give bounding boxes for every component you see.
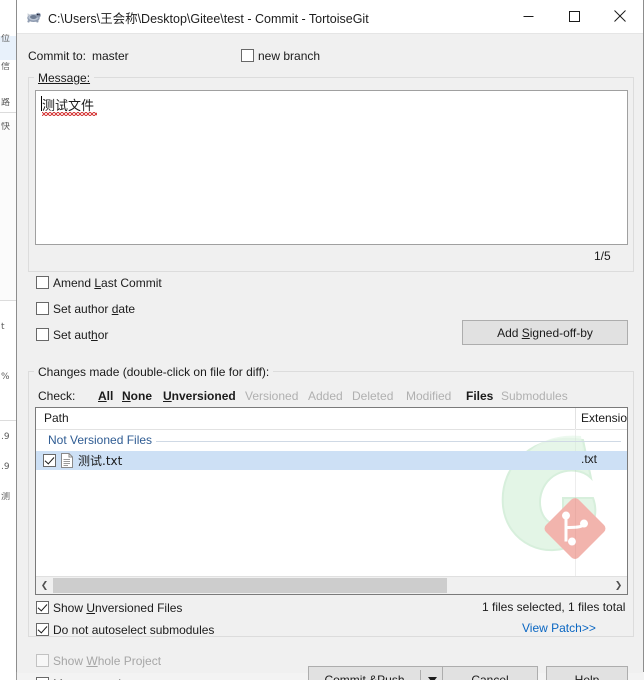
set-author-checkbox[interactable] [36, 328, 49, 341]
file-status-text: 1 files selected, 1 files total [482, 600, 626, 614]
screen: 位 信 路 快 t % .9 .9 测 C:\Users\王会称\Desktop… [0, 0, 644, 680]
scroll-right-icon[interactable]: ❯ [610, 577, 627, 594]
check-link-files[interactable]: Files [466, 389, 493, 403]
column-header-extension[interactable]: Extension [581, 411, 627, 425]
new-branch-label[interactable]: new branch [258, 49, 320, 63]
file-list-header: Path Extension [36, 408, 627, 430]
background-text-fragment: 测 [1, 492, 11, 502]
set-author-label[interactable]: Set author [53, 328, 108, 342]
amend-last-commit-label[interactable]: Amend Last Commit [53, 276, 162, 290]
commit-to-branch[interactable]: master [92, 49, 129, 63]
cancel-label: Cancel [471, 672, 509, 680]
new-branch-checkbox[interactable] [241, 49, 254, 62]
commit-and-push-label[interactable]: Commit & Push [309, 667, 420, 680]
check-link-none[interactable]: None [122, 389, 152, 403]
spellcheck-underline [42, 112, 97, 116]
background-text-fragment: 位 [1, 34, 11, 44]
show-unversioned-files-checkbox[interactable] [36, 601, 49, 614]
column-header-path[interactable]: Path [44, 411, 69, 425]
close-button[interactable] [597, 0, 643, 32]
set-author-date-checkbox[interactable] [36, 302, 49, 315]
changes-file-list[interactable]: Path Extensio n [35, 407, 628, 595]
check-link-submodules: Submodules [501, 389, 568, 403]
background-divider [0, 420, 16, 421]
background-text-fragment: 信 [1, 62, 11, 72]
background-text-fragment: 快 [1, 122, 11, 132]
commit-to-label: Commit to: [28, 49, 87, 63]
message-counter: 1/5 [594, 249, 611, 263]
background-divider [0, 300, 16, 301]
amend-last-commit-checkbox[interactable] [36, 276, 49, 289]
set-author-date-label[interactable]: Set author date [53, 302, 135, 316]
view-patch-link[interactable]: View Patch>> [522, 621, 596, 635]
check-link-modified: Modified [406, 389, 452, 403]
titlebar: C:\Users\王会称\Desktop\Gitee\test - Commit… [17, 0, 643, 34]
file-extension-cell: .txt [581, 452, 598, 466]
show-whole-project-label: Show Whole Project [53, 654, 162, 668]
chevron-down-icon[interactable] [421, 667, 443, 680]
cancel-button[interactable]: Cancel [442, 666, 538, 680]
do-not-autoselect-submodules-label[interactable]: Do not autoselect submodules [53, 623, 214, 637]
check-link-all[interactable]: All [98, 389, 113, 403]
hscrollbar-track[interactable] [53, 577, 610, 594]
file-path-cell: 测试.txt [78, 454, 123, 468]
file-group-header[interactable]: Not Versioned Files [36, 431, 627, 451]
hscrollbar-thumb[interactable] [53, 578, 447, 593]
background-text-fragment: .9 [1, 432, 10, 442]
text-file-icon [61, 453, 73, 468]
file-group-header-rule [156, 441, 621, 442]
check-link-unversioned[interactable]: Unversioned [163, 389, 236, 403]
file-group-header-label: Not Versioned Files [48, 433, 153, 447]
commit-message-textarea[interactable]: 测试文件 [35, 90, 628, 245]
do-not-autoselect-submodules-checkbox[interactable] [36, 623, 49, 636]
minimize-button[interactable] [505, 0, 551, 32]
check-link-added: Added [308, 389, 343, 403]
add-signed-off-by-button[interactable]: Add Signed-off-by [462, 320, 628, 345]
tortoisegit-turtle-icon [25, 8, 42, 25]
show-unversioned-files-label[interactable]: Show Unversioned Files [53, 601, 182, 615]
column-separator[interactable] [575, 408, 576, 429]
file-row-checkbox[interactable] [43, 454, 56, 467]
dialog-body: Commit to: master new branch Message: 测试… [17, 34, 643, 680]
scroll-left-icon[interactable]: ❮ [36, 577, 53, 594]
help-button[interactable]: Help [546, 666, 628, 680]
background-divider [0, 112, 16, 113]
commit-dialog: C:\Users\王会称\Desktop\Gitee\test - Commit… [16, 0, 644, 680]
add-signed-off-by-label: Add Signed-off-by [497, 325, 593, 340]
maximize-button[interactable] [551, 0, 597, 32]
background-window[interactable]: 位 信 路 快 t % .9 .9 测 [0, 0, 17, 680]
check-label: Check: [38, 389, 76, 403]
commit-and-push-split-button[interactable]: Commit & Push [308, 666, 444, 680]
message-group-title: Message: [34, 71, 95, 85]
window-title: C:\Users\王会称\Desktop\Gitee\test - Commit… [48, 12, 369, 26]
show-whole-project-checkbox [36, 654, 49, 667]
background-text-fragment: t [1, 322, 5, 332]
help-label: Help [574, 672, 600, 680]
check-link-versioned: Versioned [245, 389, 299, 403]
file-list-hscrollbar[interactable]: ❮ ❯ [36, 576, 627, 594]
background-text-fragment: .9 [1, 462, 10, 472]
table-row[interactable]: 测试.txt .txt [36, 451, 627, 470]
changes-group-title: Changes made (double-click on file for d… [34, 365, 274, 379]
background-text-fragment: % [1, 372, 10, 382]
background-text-fragment: 路 [1, 98, 11, 108]
check-link-deleted: Deleted [352, 389, 394, 403]
